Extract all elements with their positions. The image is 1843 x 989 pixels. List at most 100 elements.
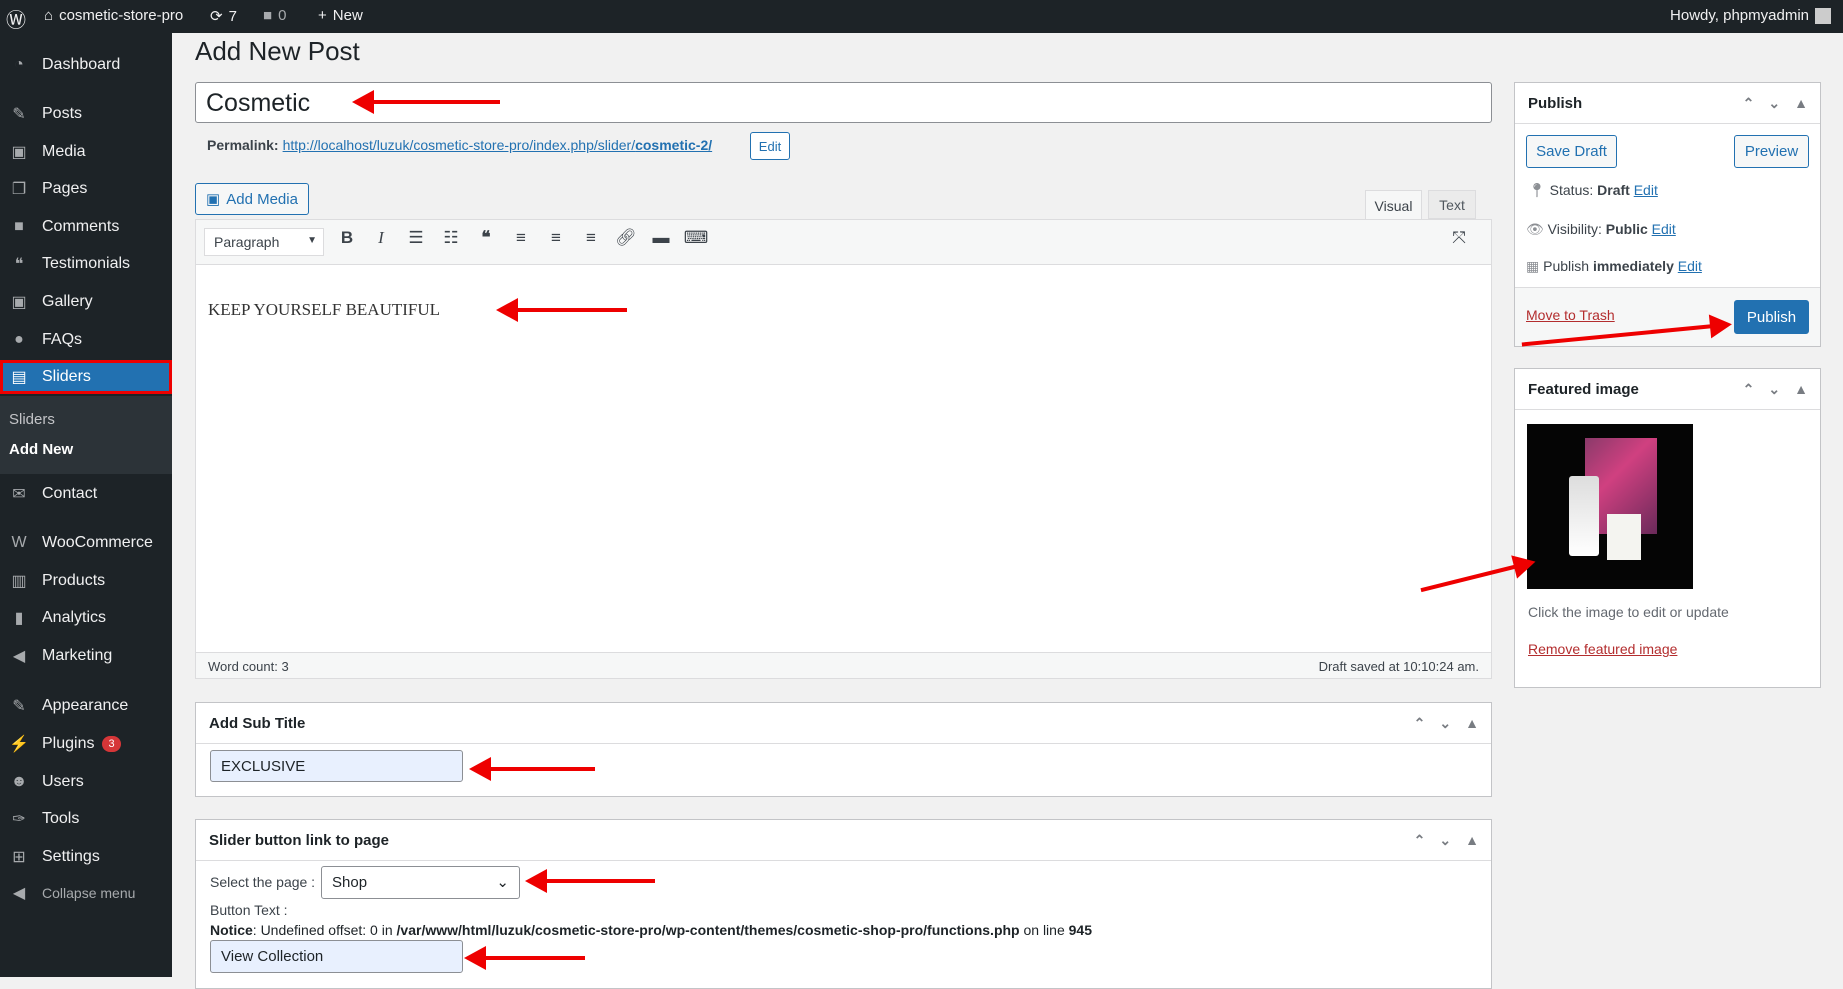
editor-content[interactable]: KEEP YOURSELF BEAUTIFUL [208,300,440,320]
sidebar-item-analytics[interactable]: ▮ Analytics [0,601,172,635]
toggle-icon[interactable]: ▲ [1465,715,1479,732]
menu-icon: ☻ [10,773,28,790]
preview-button[interactable]: Preview [1734,135,1809,168]
tab-text[interactable]: Text [1428,190,1476,219]
media-icon: ▣ [206,191,221,208]
menu-icon: W [11,534,27,551]
sidebar-item-users[interactable]: ☻ Users [0,765,172,799]
submenu-add-new[interactable]: Add New [9,441,73,458]
menu-icon: ⊞ [12,849,26,866]
button-text-input[interactable]: View Collection [210,940,463,973]
menu-icon: ❝ [14,256,24,273]
annotation-arrow [469,757,595,781]
move-down-icon[interactable]: ⌄ [1439,715,1451,732]
visibility-edit-link[interactable]: Edit [1652,221,1676,237]
status-edit-link[interactable]: Edit [1634,182,1658,198]
subtitle-input[interactable]: EXCLUSIVE [210,750,463,782]
numbered-list-icon[interactable]: ☷ [438,228,464,248]
submenu-sliders[interactable]: Sliders [9,411,55,428]
eye-icon: 👁︎ [1526,221,1548,237]
sidebar-item-appearance[interactable]: ✎ Appearance [0,689,172,723]
align-right-icon[interactable]: ≡ [578,228,604,248]
bold-icon[interactable]: B [334,228,360,248]
move-down-icon[interactable]: ⌄ [1439,832,1451,849]
menu-icon: ▣ [11,294,27,311]
sidebar-item-dashboard[interactable]: ◔ Dashboard [0,48,172,82]
move-up-icon[interactable]: ⌃ [1414,715,1426,732]
new-content-link[interactable]: + New [318,7,363,24]
move-to-trash-link[interactable]: Move to Trash [1526,307,1615,323]
sidebar-item-testimonials[interactable]: ❝ Testimonials [0,247,172,281]
sidebar-item-gallery[interactable]: ▣ Gallery [0,285,172,319]
publish-time-edit-link[interactable]: Edit [1678,258,1702,274]
add-media-button[interactable]: ▣ Add Media [195,183,309,215]
comments-link[interactable]: ■ 0 [263,7,286,24]
publish-button[interactable]: Publish [1734,300,1809,334]
pin-icon: 📍︎ [1528,182,1550,198]
move-down-icon[interactable]: ⌄ [1768,95,1780,112]
move-up-icon[interactable]: ⌃ [1743,381,1755,398]
annotation-arrow [352,90,500,114]
menu-icon: ✎ [12,106,26,123]
save-draft-button[interactable]: Save Draft [1526,135,1617,168]
bullet-list-icon[interactable]: ☰ [403,228,429,248]
annotation-arrow [464,946,585,970]
wordpress-logo-icon[interactable]: Ⓦ [6,4,26,33]
site-name-link[interactable]: ⌂ cosmetic-store-pro [44,7,183,24]
my-account-link[interactable]: Howdy, phpmyadmin [1670,7,1831,24]
sidebar-item-collapse-menu[interactable]: ◀ Collapse menu [0,876,172,910]
page-select[interactable]: Shop ⌄ [321,866,520,899]
chevron-down-icon: ⌄ [496,874,509,891]
blockquote-icon[interactable]: ❝ [473,228,499,248]
sidebar-item-products[interactable]: ▥ Products [0,564,172,598]
slider-link-heading: Slider button link to page [209,831,389,849]
publish-heading: Publish [1528,94,1583,112]
menu-icon: ● [14,331,24,348]
remove-featured-image-link[interactable]: Remove featured image [1528,641,1677,657]
menu-icon: ▣ [11,144,27,161]
toggle-icon[interactable]: ▲ [1794,95,1808,112]
sidebar-item-posts[interactable]: ✎ Posts [0,97,172,131]
permalink-edit-button[interactable]: Edit [750,132,790,160]
word-count: Word count: 3 [208,659,289,674]
toolbar-toggle-icon[interactable]: ⌨ [683,228,709,248]
move-down-icon[interactable]: ⌄ [1768,381,1780,398]
featured-image[interactable] [1527,424,1693,589]
align-left-icon[interactable]: ≡ [508,228,534,248]
fullscreen-icon[interactable]: ⤧ [1446,228,1472,248]
button-text-label: Button Text : [210,902,288,918]
sidebar-item-plugins[interactable]: ⚡ Plugins 3 [0,727,172,761]
move-up-icon[interactable]: ⌃ [1743,95,1755,112]
sidebar-item-tools[interactable]: ✑ Tools [0,802,172,836]
updates-link[interactable]: ⟳ 7 [210,7,237,26]
sidebar-item-sliders[interactable]: ▤ Sliders [0,360,172,394]
subtitle-heading: Add Sub Title [209,714,306,732]
toggle-icon[interactable]: ▲ [1465,832,1479,849]
link-icon[interactable]: 🔗︎ [613,228,639,248]
tab-visual[interactable]: Visual [1365,190,1422,220]
sidebar-item-comments[interactable]: ■ Comments [0,210,172,244]
menu-icon: ◀ [12,885,26,902]
sidebar-item-marketing[interactable]: ◀ Marketing [0,639,172,673]
editor-status-bar: Word count: 3 Draft saved at 10:10:24 am… [196,652,1491,678]
home-icon: ⌂ [44,7,54,24]
publish-time-row: ▦ Publish immediately Edit [1526,258,1702,274]
sidebar-item-settings[interactable]: ⊞ Settings [0,840,172,874]
italic-icon[interactable]: I [368,228,394,248]
format-select[interactable]: Paragraph ▼ [204,228,324,256]
read-more-icon[interactable]: ▬ [648,228,674,248]
menu-icon: ✎ [12,698,26,715]
menu-icon: ▮ [14,610,24,627]
sidebar-item-contact[interactable]: ✉ Contact [0,477,172,511]
menu-icon: ■ [14,218,24,235]
permalink-link[interactable]: http://localhost/luzuk/cosmetic-store-pr… [283,137,713,153]
sidebar-item-pages[interactable]: ❐ Pages [0,172,172,206]
sidebar-item-faqs[interactable]: ● FAQs [0,323,172,357]
calendar-icon: ▦ [1526,258,1544,274]
sidebar-item-woocommerce[interactable]: W WooCommerce [0,526,172,560]
sidebar-item-media[interactable]: ▣ Media [0,135,172,169]
toggle-icon[interactable]: ▲ [1794,381,1808,398]
avatar [1815,7,1831,24]
align-center-icon[interactable]: ≡ [543,228,569,248]
move-up-icon[interactable]: ⌃ [1414,832,1426,849]
